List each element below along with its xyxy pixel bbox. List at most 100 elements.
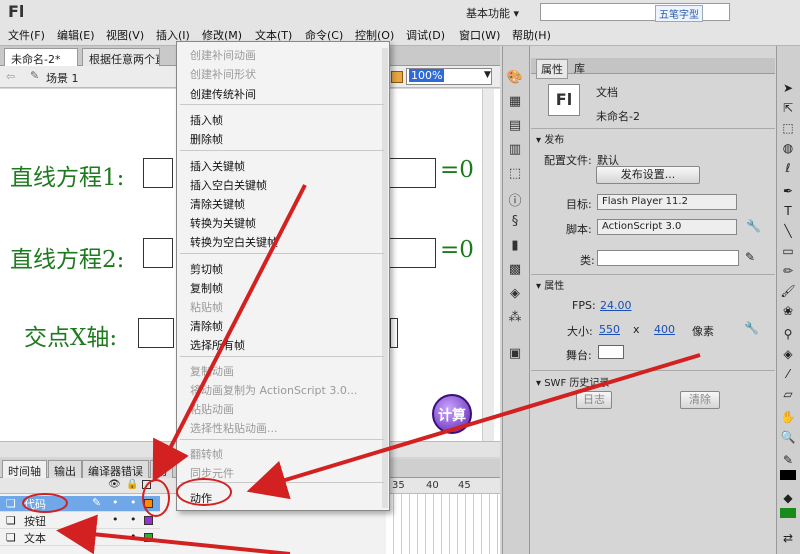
scene-panel-icon[interactable]: ▣ <box>506 346 524 362</box>
menu-debug[interactable]: 调试(D) <box>406 27 445 43</box>
stage-color-swatch[interactable] <box>598 345 624 359</box>
clear-button[interactable]: 清除 <box>680 391 720 409</box>
menu-create-shape-tween[interactable]: 创建补间形状 <box>190 66 256 82</box>
menu-clear-keyframe[interactable]: 清除关键帧 <box>190 196 245 212</box>
swatches-icon[interactable]: ▦ <box>506 94 524 110</box>
menu-insert-keyframe[interactable]: 插入关键帧 <box>190 158 245 174</box>
tab-timeline[interactable]: 时间轴 <box>2 460 47 478</box>
line1-input-a[interactable] <box>143 158 173 188</box>
menu-create-motion-tween[interactable]: 创建补间动画 <box>190 47 256 63</box>
swap-colors-icon[interactable]: ⇄ <box>778 530 798 546</box>
code-snippets-icon[interactable]: § <box>506 214 524 230</box>
selection-tool-icon[interactable]: ➤ <box>778 80 798 96</box>
help-info-icon[interactable]: ⓘ <box>506 190 524 209</box>
frame-grid[interactable] <box>386 494 500 554</box>
eyedropper-tool-icon[interactable]: ⁄ <box>778 366 798 382</box>
menu-select-all-frames[interactable]: 选择所有帧 <box>190 337 245 353</box>
menu-copy-motion-as3[interactable]: 将动画复制为 ActionScript 3.0... <box>190 382 357 398</box>
doc-tab-2[interactable]: 根据任意两个直 <box>82 48 160 66</box>
publish-section-header[interactable]: ▾ 发布 <box>536 131 564 146</box>
components-icon[interactable]: ◈ <box>506 286 524 302</box>
log-button[interactable]: 日志 <box>576 391 612 409</box>
menu-insert-frame[interactable]: 插入帧 <box>190 112 223 128</box>
properties-section-header[interactable]: ▾ 属性 <box>536 277 564 292</box>
script-select[interactable]: ActionScript 3.0 <box>597 219 737 235</box>
menu-copy-frames[interactable]: 复制帧 <box>190 280 223 296</box>
layer-button[interactable]: ❏ 按钮 • • <box>0 513 160 529</box>
publish-settings-button[interactable]: 发布设置... <box>596 166 700 184</box>
lock-icon[interactable]: 🔒 <box>126 479 138 490</box>
subselection-tool-icon[interactable]: ⇱ <box>778 100 798 116</box>
wrench-icon[interactable]: 🔧 <box>746 219 761 233</box>
menu-paste-motion[interactable]: 粘贴动画 <box>190 401 234 417</box>
swf-history-header[interactable]: ▾ SWF 历史记录 <box>536 374 609 389</box>
pencil-edit-icon[interactable]: ✎ <box>745 250 755 264</box>
fill-color-icon[interactable]: ◆ <box>778 490 798 506</box>
behaviors-icon[interactable]: ⁂ <box>506 310 524 326</box>
deco-tool-icon[interactable]: ❀ <box>778 303 798 319</box>
menu-copy-motion[interactable]: 复制动画 <box>190 363 234 379</box>
menu-window[interactable]: 窗口(W) <box>459 27 500 43</box>
tab-compiler-errors[interactable]: 编译器错误 <box>82 460 149 478</box>
align-icon[interactable]: ▤ <box>506 118 524 134</box>
menu-delete-frame[interactable]: 删除帧 <box>190 131 223 147</box>
info-icon[interactable]: ▥ <box>506 142 524 158</box>
target-select[interactable]: Flash Player 11.2 <box>597 194 737 210</box>
menu-create-classic-tween[interactable]: 创建传统补间 <box>190 86 256 102</box>
stroke-color-icon[interactable]: ✎ <box>778 452 798 468</box>
pen-tool-icon[interactable]: ✒ <box>778 183 798 199</box>
rectangle-tool-icon[interactable]: ▭ <box>778 243 798 259</box>
menu-convert-to-blank-keyframe[interactable]: 转换为空白关键帧 <box>190 234 278 250</box>
tab-output[interactable]: 输出 <box>48 460 82 478</box>
wrench-icon[interactable]: 🔧 <box>744 321 759 335</box>
fill-color-swatch[interactable] <box>780 508 796 518</box>
menu-convert-to-keyframe[interactable]: 转换为关键帧 <box>190 215 256 231</box>
transform-icon[interactable]: ⬚ <box>506 166 524 182</box>
fps-value[interactable]: 24.00 <box>600 299 632 312</box>
brush-tool-icon[interactable]: 🖌 <box>778 283 798 299</box>
stroke-color-swatch[interactable] <box>780 470 796 480</box>
menu-clear-frames[interactable]: 清除帧 <box>190 318 223 334</box>
bone-tool-icon[interactable]: ⚲ <box>778 326 798 342</box>
menu-file[interactable]: 文件(F) <box>8 27 45 43</box>
stage-scrollbar[interactable] <box>482 89 494 441</box>
color-palette-icon[interactable]: 🎨 <box>506 70 524 86</box>
line2-input-a[interactable] <box>143 238 173 268</box>
motion-presets-icon[interactable]: ▩ <box>506 262 524 278</box>
workspace-dropdown[interactable]: 基本功能 ▾ <box>466 5 519 21</box>
menu-reverse-frames[interactable]: 翻转帧 <box>190 446 223 462</box>
library-icon[interactable]: ▮ <box>506 238 524 254</box>
menu-edit[interactable]: 编辑(E) <box>57 27 95 43</box>
eye-icon[interactable]: 👁 <box>108 479 121 490</box>
menu-help[interactable]: 帮助(H) <box>512 27 551 43</box>
tab-properties[interactable]: 属性 <box>536 59 568 79</box>
line1-input-c[interactable] <box>388 158 436 188</box>
menu-insert-blank-keyframe[interactable]: 插入空白关键帧 <box>190 177 267 193</box>
line2-input-c[interactable] <box>388 238 436 268</box>
paint-bucket-tool-icon[interactable]: ◈ <box>778 346 798 362</box>
tab-library[interactable]: 库 <box>570 59 589 77</box>
hand-tool-icon[interactable]: ✋ <box>778 409 798 425</box>
class-input[interactable] <box>597 250 739 266</box>
back-arrow-icon[interactable]: ⇦ <box>6 70 15 83</box>
width-value[interactable]: 550 <box>599 323 620 336</box>
pencil-tool-icon[interactable]: ✏ <box>778 263 798 279</box>
doc-tab-active[interactable]: 未命名-2* <box>4 48 78 66</box>
zoom-dropdown-icon[interactable]: ▼ <box>484 70 491 80</box>
menu-paste-motion-special[interactable]: 选择性粘贴动画... <box>190 420 278 436</box>
menu-view[interactable]: 视图(V) <box>106 27 144 43</box>
text-tool-icon[interactable]: T <box>778 203 798 219</box>
menu-cut-frames[interactable]: 剪切帧 <box>190 261 223 277</box>
3d-rotation-tool-icon[interactable]: ◍ <box>778 140 798 156</box>
eraser-tool-icon[interactable]: ▱ <box>778 386 798 402</box>
edit-symbols-icon[interactable] <box>391 71 403 83</box>
free-transform-tool-icon[interactable]: ⬚ <box>778 120 798 136</box>
zoom-field[interactable]: 100% <box>406 68 492 85</box>
layer-text[interactable]: ❏ 文本 • • <box>0 530 160 546</box>
menu-paste-frames[interactable]: 粘贴帧 <box>190 299 223 315</box>
tab-motion[interactable]: 动 <box>150 460 173 478</box>
line-tool-icon[interactable]: ╲ <box>778 223 798 239</box>
calculate-button[interactable]: 计算 <box>432 394 472 434</box>
zoom-tool-icon[interactable]: 🔍 <box>778 429 798 445</box>
height-value[interactable]: 400 <box>654 323 675 336</box>
